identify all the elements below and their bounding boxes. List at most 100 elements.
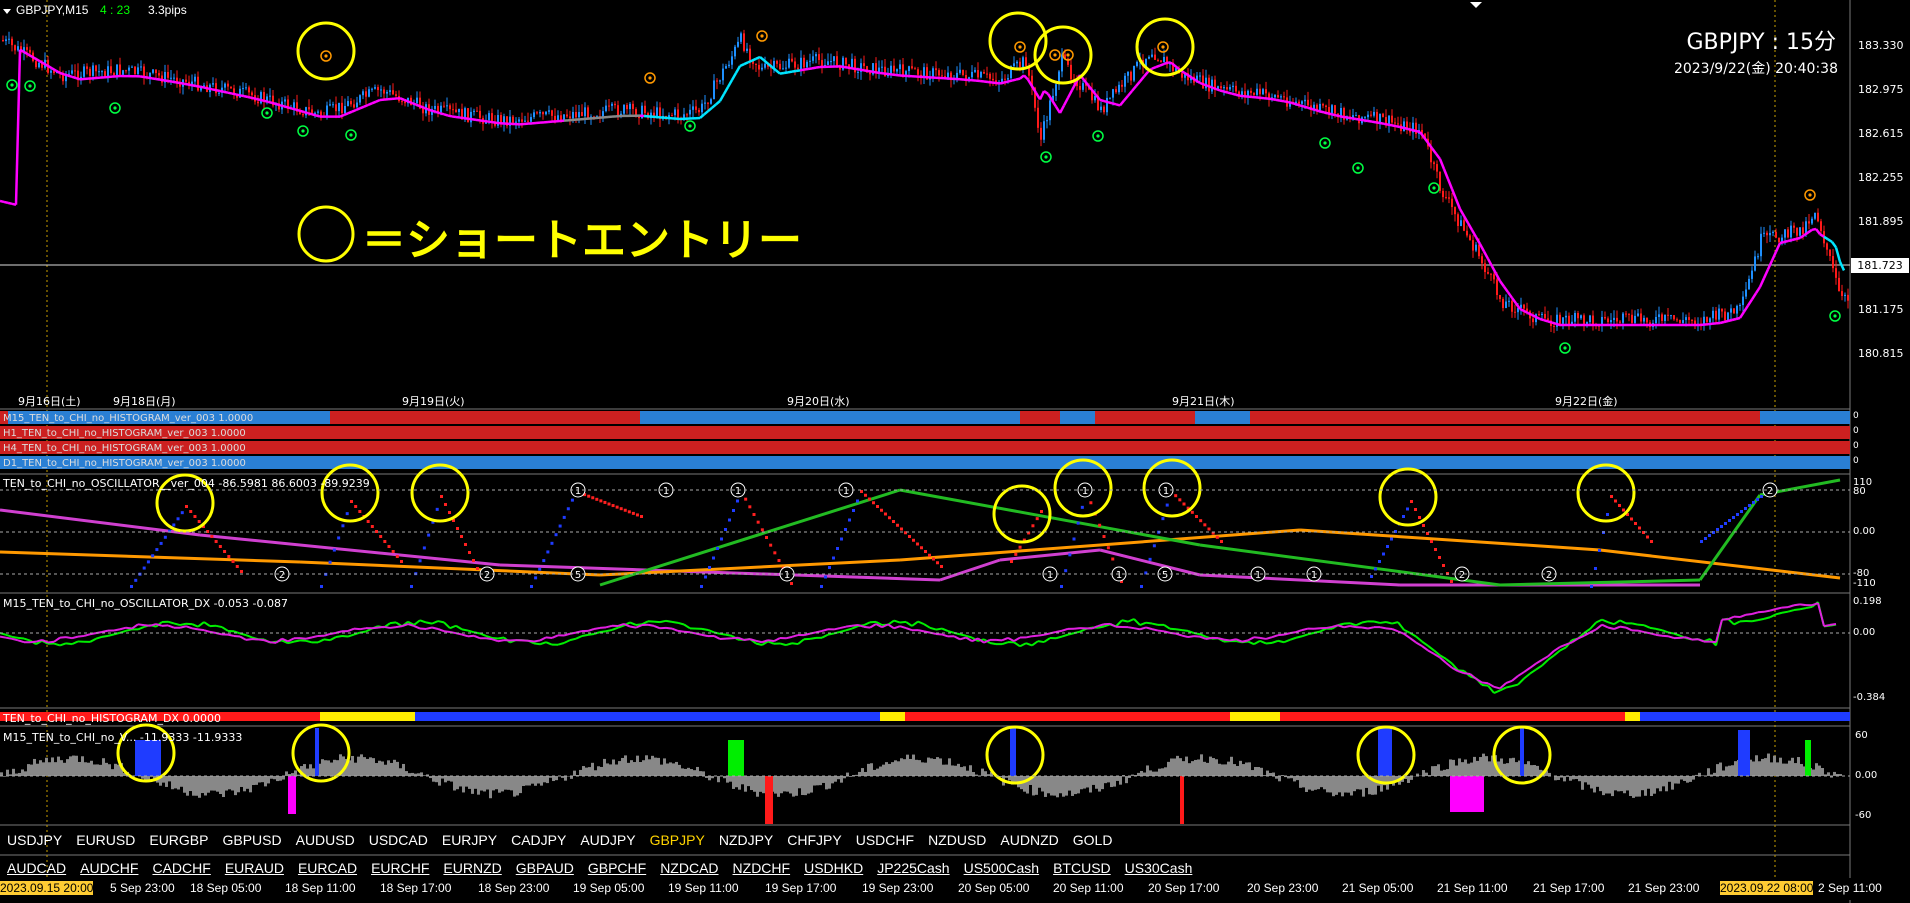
symbol-tab-cadchf[interactable]: CADCHF: [145, 860, 217, 878]
vol-bar: [30, 764, 33, 776]
ma-segment: [1339, 115, 1345, 119]
oscdx-line: [461, 628, 469, 632]
symbol-tab-audusd[interactable]: AUDUSD: [289, 832, 362, 850]
symbol-tab-eurchf[interactable]: EURCHF: [364, 860, 436, 878]
candle-body: [797, 67, 799, 70]
symbol-tab-gbpaud[interactable]: GBPAUD: [509, 860, 581, 878]
vol-bar: [726, 776, 729, 783]
vol-bar: [1080, 776, 1083, 790]
ma-segment: [795, 69, 801, 73]
symbol-tab-audcad[interactable]: AUDCAD: [0, 860, 73, 878]
vol-bar: [1230, 756, 1233, 776]
candle-body: [347, 101, 349, 106]
symbol-tab-us30cash[interactable]: US30Cash: [1118, 860, 1200, 878]
symbol-tab-nzdusd[interactable]: NZDUSD: [921, 832, 993, 850]
oscdx-line: [77, 634, 85, 638]
candle-body: [1673, 315, 1675, 320]
symbol-tab-nzdcad[interactable]: NZDCAD: [653, 860, 725, 878]
symbol-tab-gbpjpy[interactable]: GBPJPY: [643, 832, 712, 850]
oscdx-line: [1751, 619, 1759, 623]
oscdx-line: [1223, 638, 1231, 642]
candle-body: [1463, 220, 1465, 231]
candle-body: [293, 102, 295, 108]
symbol-tab-audnzd[interactable]: AUDNZD: [993, 832, 1065, 850]
candle-body: [1259, 88, 1261, 95]
symbol-tab-usdchf[interactable]: USDCHF: [849, 832, 921, 850]
symbol-tab-gbpusd[interactable]: GBPUSD: [215, 832, 288, 850]
symbol-tab-eurgbp[interactable]: EURGBP: [142, 832, 215, 850]
vol-bar: [798, 776, 801, 789]
vol-bar: [1275, 776, 1278, 779]
osc-dot: [1744, 507, 1747, 510]
osc-dot: [1080, 505, 1084, 509]
osc-dot: [1010, 560, 1013, 563]
candle-body: [713, 80, 715, 100]
osc-dot: [328, 560, 332, 564]
vol-bar: [1818, 765, 1821, 776]
osc-dot: [732, 509, 735, 512]
candle-body: [1790, 225, 1792, 238]
symbol-tab-eurjpy[interactable]: EURJPY: [435, 832, 504, 850]
vol-bar: [1674, 776, 1677, 784]
symbol-tab-us500cash[interactable]: US500Cash: [957, 860, 1047, 878]
candle-body: [302, 114, 304, 116]
date-label: 9月18日(月): [113, 395, 176, 408]
symbol-tab-chfjpy[interactable]: CHFJPY: [780, 832, 848, 850]
ma-segment: [887, 72, 893, 76]
vol-bar: [1512, 757, 1515, 776]
vol-bar: [807, 776, 810, 794]
symbol-tab-usdjpy[interactable]: USDJPY: [0, 832, 69, 850]
candle-body: [98, 71, 100, 73]
ma-segment: [183, 82, 189, 86]
symbol-tab-gold[interactable]: GOLD: [1066, 832, 1120, 850]
symbol-tab-gbpchf[interactable]: GBPCHF: [581, 860, 653, 878]
vol-bar: [24, 771, 27, 776]
oscdx-line: [1799, 603, 1807, 607]
candle-body: [14, 45, 16, 51]
candle-body: [119, 64, 121, 75]
vol-bar: [645, 755, 648, 776]
symbol-tab-eurnzd[interactable]: EURNZD: [436, 860, 508, 878]
symbol-tab-cadjpy[interactable]: CADJPY: [504, 832, 573, 850]
symbol-tab-audchf[interactable]: AUDCHF: [73, 860, 145, 878]
ma-segment: [1107, 100, 1113, 105]
ma-segment: [227, 91, 233, 95]
candle-body: [368, 89, 370, 97]
symbol-tab-nzdchf[interactable]: NZDCHF: [726, 860, 798, 878]
osc-dot: [1610, 495, 1613, 498]
vol-bar: [507, 776, 510, 790]
ma-segment: [1163, 61, 1169, 66]
candle-body: [791, 58, 793, 62]
osc-dot: [391, 550, 395, 553]
osc-dot: [623, 508, 627, 512]
vol-bar: [1329, 776, 1332, 793]
vol-bar: [900, 758, 903, 776]
ma-segment: [371, 100, 377, 105]
candle-body: [1250, 90, 1252, 93]
symbol-tab-usdcad[interactable]: USDCAD: [362, 832, 435, 850]
trading-chart[interactable]: 2 2 51 1 11111115 1 1 2 22: [0, 0, 1910, 903]
time-axis: 2023.09.15 20:00 5 Sep 23:00 18 Sep 05:00 1…: [0, 878, 1910, 900]
symbol-tab-btcusd[interactable]: BTCUSD: [1046, 860, 1118, 878]
vol-bar: [585, 767, 588, 776]
vol-bar: [246, 776, 249, 789]
symbol-tab-eurcad[interactable]: EURCAD: [291, 860, 364, 878]
oscdx-line: [851, 623, 859, 627]
symbol-tab-euraud[interactable]: EURAUD: [218, 860, 291, 878]
vol-bar: [912, 754, 915, 776]
candle-body: [575, 111, 577, 118]
ma-segment: [163, 79, 169, 83]
osc-dot: [1031, 524, 1035, 528]
candle-body: [881, 66, 883, 68]
vol-bar: [822, 776, 825, 783]
symbol-tab-nzdjpy[interactable]: NZDJPY: [712, 832, 780, 850]
ma-segment: [1223, 90, 1229, 94]
symbol-tab-usdhkd[interactable]: USDHKD: [797, 860, 870, 878]
vol-highlight-bar: [1010, 728, 1016, 776]
symbol-tab-jp225cash[interactable]: JP225Cash: [870, 860, 956, 878]
osc-dot: [1102, 535, 1106, 538]
vol-bar: [621, 757, 624, 776]
candle-body: [1154, 54, 1156, 60]
symbol-tab-audjpy[interactable]: AUDJPY: [573, 832, 642, 850]
symbol-tab-eurusd[interactable]: EURUSD: [69, 832, 142, 850]
